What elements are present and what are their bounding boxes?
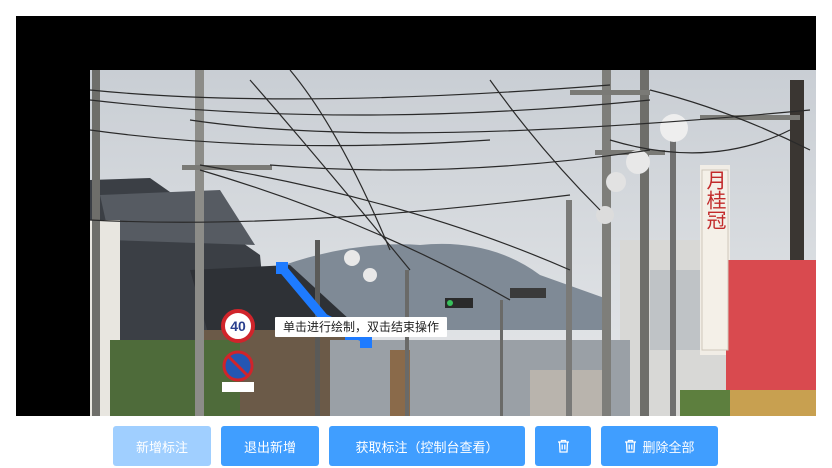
trash-icon [557, 439, 570, 453]
trash-icon [624, 439, 637, 453]
toolbar: 新增标注 退出新增 获取标注（控制台查看） 删除全部 [0, 426, 832, 466]
speed-limit-text: 40 [230, 318, 246, 334]
get-annotation-button[interactable]: 获取标注（控制台查看） [329, 426, 525, 466]
shop-sign-text: 月桂冠 [703, 170, 727, 230]
exit-add-button[interactable]: 退出新增 [221, 426, 319, 466]
draw-instruction-tooltip: 单击进行绘制，双击结束操作 [275, 317, 448, 337]
street-photo: 40 月桂冠 [90, 70, 816, 416]
delete-all-label: 删除全部 [642, 440, 695, 456]
delete-button[interactable] [535, 426, 591, 466]
polyline-vertex [276, 262, 288, 274]
add-annotation-button[interactable]: 新增标注 [113, 426, 211, 466]
delete-all-button[interactable]: 删除全部 [601, 426, 718, 466]
annotation-canvas[interactable]: 40 月桂冠 单击进行绘制，双击结束操作 [16, 16, 816, 416]
